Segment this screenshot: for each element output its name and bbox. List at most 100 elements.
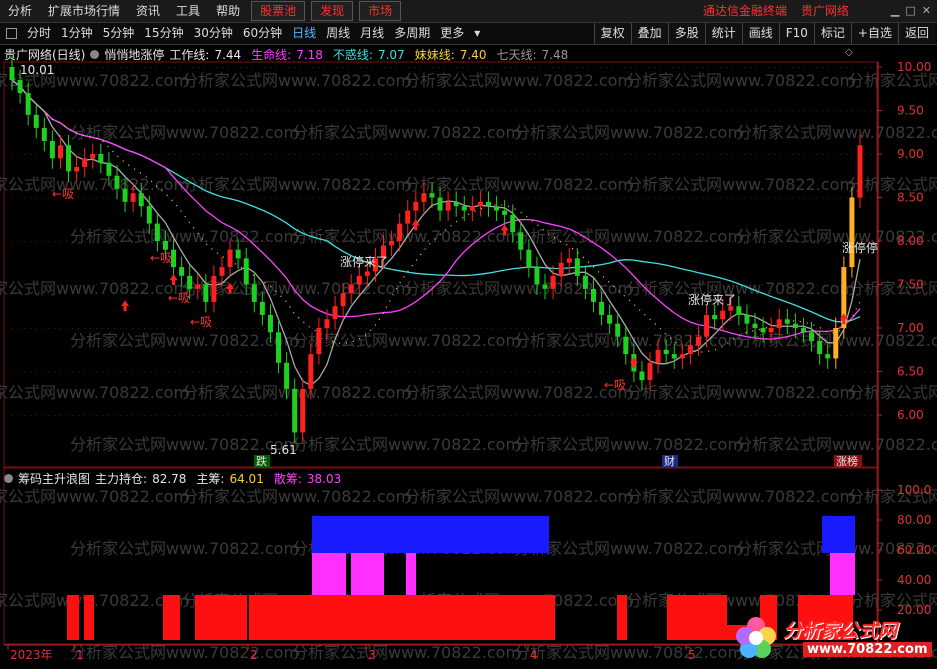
grid-dot <box>132 284 133 286</box>
grid-dot <box>546 67 547 68</box>
panel-collapse-icon[interactable]: ◇ <box>845 47 853 58</box>
grid-dot <box>480 241 481 242</box>
grid-dot <box>696 241 697 242</box>
grid-dot <box>348 110 349 112</box>
candle-body <box>784 319 790 324</box>
grid-dot <box>858 371 859 373</box>
grid-dot <box>714 371 715 373</box>
grid-dot <box>474 67 475 68</box>
grid-dot <box>438 371 439 373</box>
grid-dot <box>696 284 697 286</box>
grid-dot <box>336 154 337 155</box>
grid-dot <box>264 371 265 373</box>
grid-dot <box>366 328 367 329</box>
grid-dot <box>72 241 73 242</box>
grid-dot <box>696 415 697 416</box>
grid-dot <box>708 241 709 242</box>
grid-dot <box>474 154 475 155</box>
grid-dot <box>330 284 331 286</box>
grid-dot <box>816 67 817 68</box>
grid-dot <box>750 328 751 329</box>
grid-dot <box>474 284 475 286</box>
grid-dot <box>276 110 277 112</box>
grid-dot <box>636 328 637 329</box>
grid-dot <box>588 328 589 329</box>
grid-dot <box>432 371 433 373</box>
grid-dot <box>306 197 307 199</box>
candle-body <box>833 328 839 359</box>
grid-dot <box>132 328 133 329</box>
grid-dot <box>222 67 223 68</box>
grid-dot <box>516 241 517 242</box>
grid-dot <box>414 371 415 373</box>
grid-dot <box>408 328 409 329</box>
grid-dot <box>870 67 871 68</box>
grid-dot <box>276 415 277 416</box>
sub-axis-label: 60.00 <box>897 543 931 557</box>
grid-dot <box>780 197 781 199</box>
grid-dot <box>510 284 511 286</box>
grid-dot <box>402 415 403 416</box>
grid-dot <box>858 197 859 199</box>
grid-dot <box>624 241 625 242</box>
grid-dot <box>156 67 157 68</box>
grid-dot <box>570 371 571 373</box>
grid-dot <box>486 328 487 329</box>
grid-dot <box>420 197 421 199</box>
grid-dot <box>108 415 109 416</box>
kline-chart[interactable]: 分析家公式网www.70822.com分析家公式网www.70822.com分析… <box>0 0 937 669</box>
grid-dot <box>204 154 205 155</box>
candle-body <box>389 241 395 246</box>
grid-dot <box>756 371 757 373</box>
grid-dot <box>510 328 511 329</box>
grid-dot <box>498 241 499 242</box>
bar-main-chips <box>84 595 94 640</box>
grid-dot <box>708 415 709 416</box>
grid-dot <box>552 415 553 416</box>
grid-dot <box>24 110 25 112</box>
grid-dot <box>366 67 367 68</box>
grid-dot <box>552 328 553 329</box>
bar-main-chips <box>195 595 247 640</box>
grid-dot <box>456 154 457 155</box>
grid-dot <box>276 154 277 155</box>
grid-dot <box>30 415 31 416</box>
grid-dot <box>96 371 97 373</box>
grid-dot <box>390 328 391 329</box>
grid-dot <box>480 415 481 416</box>
grid-dot <box>870 415 871 416</box>
grid-dot <box>870 154 871 155</box>
grid-dot <box>528 371 529 373</box>
grid-dot <box>300 154 301 155</box>
grid-dot <box>30 241 31 242</box>
grid-dot <box>438 154 439 155</box>
grid-dot <box>186 241 187 242</box>
grid-dot <box>756 110 757 112</box>
grid-dot <box>600 415 601 416</box>
grid-dot <box>162 241 163 242</box>
grid-dot <box>252 110 253 112</box>
grid-dot <box>384 110 385 112</box>
grid-dot <box>582 241 583 242</box>
grid-dot <box>672 67 673 68</box>
flower-logo-icon <box>736 617 776 658</box>
grid-dot <box>834 415 835 416</box>
grid-dot <box>102 67 103 68</box>
grid-dot <box>366 284 367 286</box>
candle-body <box>736 306 742 315</box>
grid-dot <box>270 110 271 112</box>
grid-dot <box>468 67 469 68</box>
grid-dot <box>360 241 361 242</box>
grid-dot <box>12 371 13 373</box>
grid-dot <box>192 371 193 373</box>
grid-dot <box>540 154 541 155</box>
grid-dot <box>414 415 415 416</box>
grid-dot <box>486 415 487 416</box>
grid-dot <box>270 197 271 199</box>
grid-dot <box>504 284 505 286</box>
grid-dot <box>642 110 643 112</box>
sub-axis-label: 80.00 <box>897 513 931 527</box>
grid-dot <box>372 67 373 68</box>
grid-dot <box>444 197 445 199</box>
grid-dot <box>78 328 79 329</box>
